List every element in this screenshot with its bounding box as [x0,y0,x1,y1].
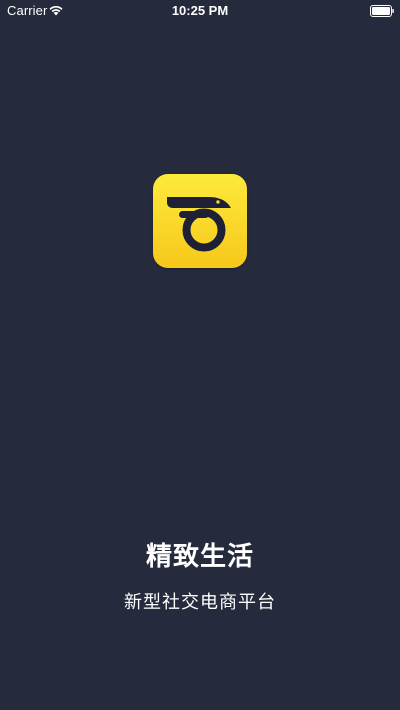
splash-subtitle: 新型社交电商平台 [124,592,276,613]
splash-title: 精致生活 [145,542,254,572]
app-logo-mark [167,197,231,252]
status-bar: Carrier 10:25 PM [0,0,400,22]
battery-icon [370,5,394,17]
splash-screen: Carrier 10:25 PM 精致生活 新型社交电商平台 [0,0,400,710]
app-logo-icon [153,174,247,268]
status-time: 10:25 PM [171,3,229,18]
